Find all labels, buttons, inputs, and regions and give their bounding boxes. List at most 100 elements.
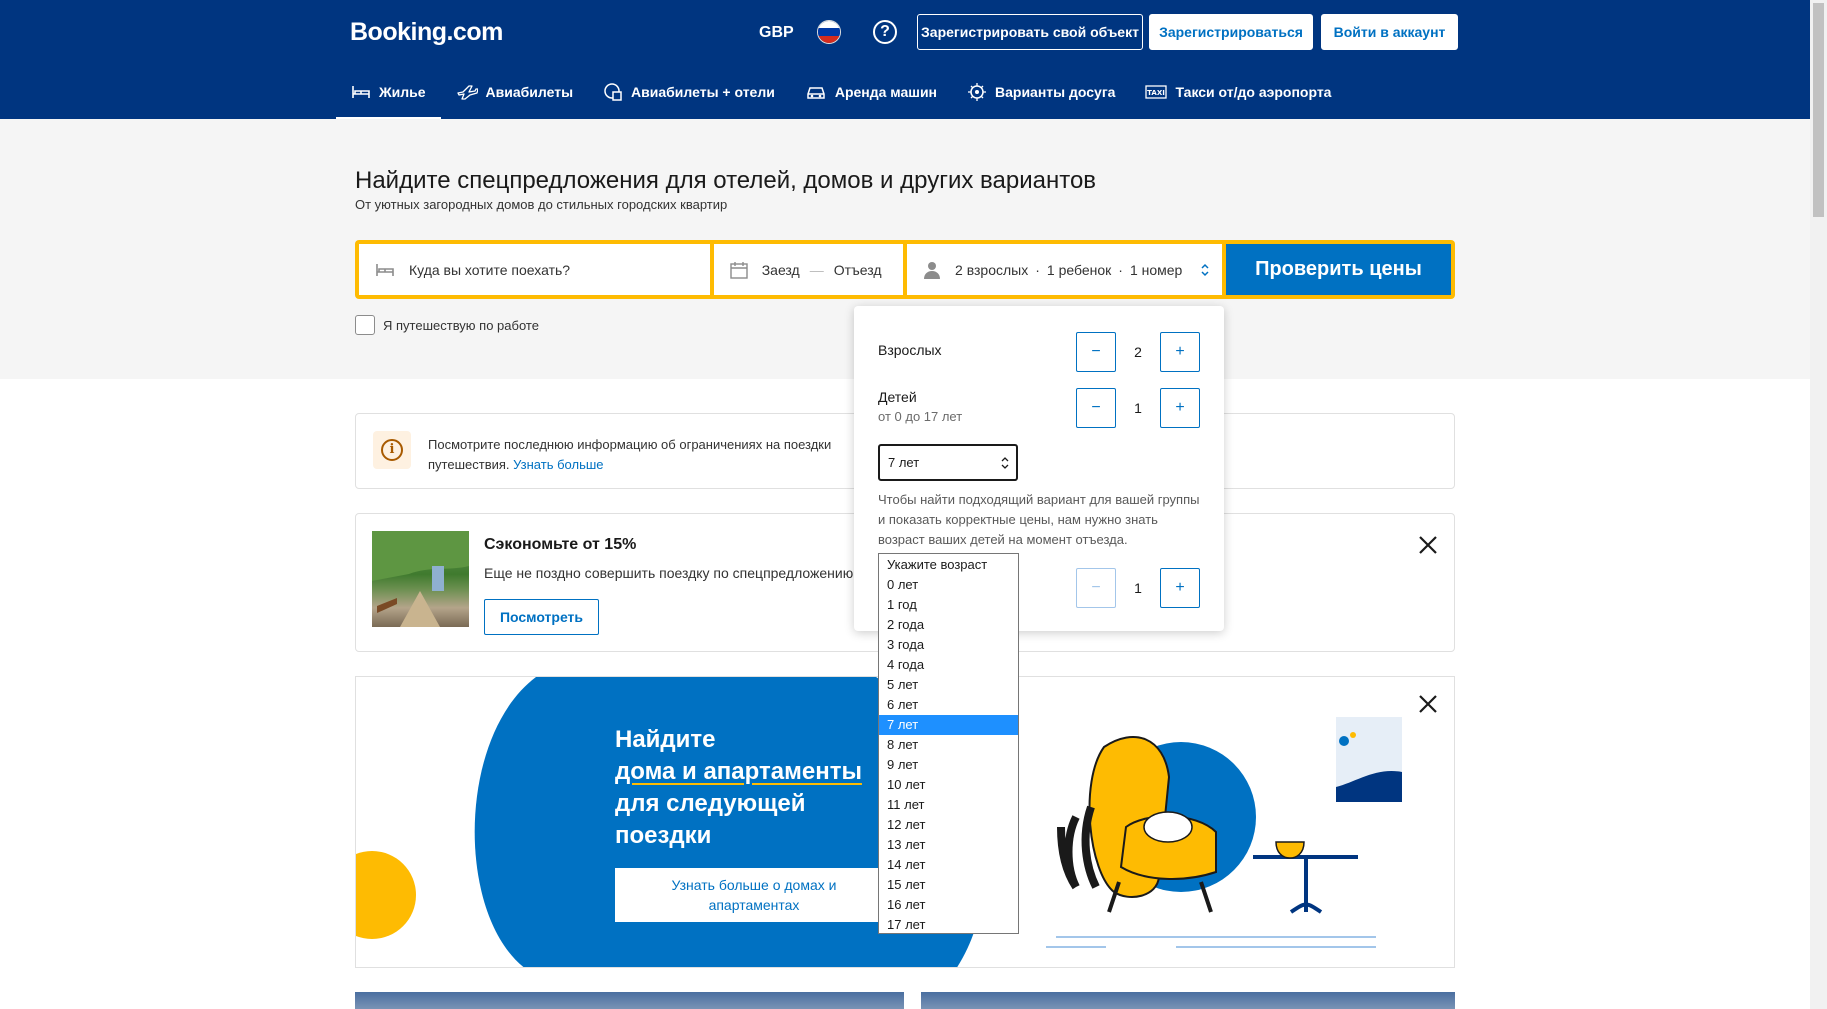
adults-increase-button[interactable]: +: [1160, 332, 1200, 372]
banner-heading: Найдите дома и апартаменты для следующей…: [615, 724, 862, 852]
page-scrollbar[interactable]: [1810, 0, 1827, 1009]
tab-label: Такси от/до аэропорта: [1175, 84, 1332, 100]
adults-label: Взрослых: [878, 342, 942, 358]
separator: ·: [1035, 261, 1040, 278]
age-option[interactable]: 11 лет: [879, 795, 1018, 815]
age-option[interactable]: Укажите возраст: [879, 555, 1018, 575]
attractions-icon: [968, 83, 986, 101]
list-property-button[interactable]: Зарегистрировать свой объект: [917, 14, 1143, 50]
age-option[interactable]: 12 лет: [879, 815, 1018, 835]
bed-icon: [376, 263, 394, 276]
age-option[interactable]: 8 лет: [879, 735, 1018, 755]
age-option[interactable]: 10 лет: [879, 775, 1018, 795]
child-age-dropdown-list: Укажите возраст 0 лет 1 год 2 года 3 года 4 г…: [878, 553, 1019, 934]
destination-placeholder: Куда вы хотите поехать?: [409, 261, 571, 278]
tab-label: Авиабилеты + отели: [631, 84, 775, 100]
rooms-value: 1: [1134, 580, 1142, 596]
tab-attractions[interactable]: Варианты досуга: [952, 76, 1130, 108]
age-option[interactable]: 3 года: [879, 635, 1018, 655]
age-option[interactable]: 4 года: [879, 655, 1018, 675]
signin-button[interactable]: Войти в аккаунт: [1321, 14, 1458, 50]
search-button[interactable]: Проверить цены: [1225, 244, 1451, 295]
close-icon[interactable]: [1417, 534, 1439, 556]
promo-text: Еще не поздно совершить поездку по спецп…: [484, 565, 854, 581]
close-icon[interactable]: [1417, 693, 1439, 715]
currency-selector[interactable]: GBP: [755, 22, 798, 44]
tab-label: Варианты досуга: [995, 84, 1116, 100]
children-value: 1: [1134, 400, 1142, 416]
car-icon: [807, 87, 825, 99]
adults-decrease-button[interactable]: −: [1076, 332, 1116, 372]
checkbox[interactable]: [355, 315, 375, 335]
age-option[interactable]: 1 год: [879, 595, 1018, 615]
date-separator: —: [809, 261, 824, 278]
chevron-updown-icon: [1201, 263, 1209, 277]
age-option[interactable]: 9 лет: [879, 755, 1018, 775]
date-picker[interactable]: Заезд — Отъезд: [713, 244, 904, 295]
banner-line: для следующей: [615, 790, 806, 817]
notice-line-2: путешествия.: [428, 457, 510, 472]
tab-label: Жилье: [379, 84, 426, 100]
tab-flights[interactable]: Авиабилеты: [441, 76, 589, 108]
destination-input[interactable]: Куда вы хотите поехать?: [359, 244, 710, 295]
checkin-label: Заезд: [761, 261, 800, 278]
page-title: Найдите спецпредложения для отелей, домо…: [355, 167, 1097, 194]
learn-more-homes-button[interactable]: Узнать больше о домах и апартаментах: [615, 868, 893, 922]
tab-car-rental[interactable]: Аренда машин: [790, 76, 952, 108]
chevron-updown-icon: [1001, 457, 1009, 469]
taxi-icon: TAXI: [1145, 85, 1168, 99]
bed-icon: [352, 86, 370, 98]
age-option[interactable]: 7 лет: [879, 715, 1018, 735]
rooms-increase-button[interactable]: +: [1160, 568, 1200, 608]
flight-hotel-icon: [604, 83, 622, 101]
page-subtitle: От уютных загородных домов до стильных г…: [355, 197, 728, 212]
children-label-block: Детей от 0 до 17 лет: [878, 389, 962, 424]
park-photo: [372, 531, 469, 627]
business-travel-checkbox[interactable]: Я путешествую по работе: [355, 315, 539, 335]
rooms-count: 1 номер: [1129, 261, 1183, 278]
age-option[interactable]: 14 лет: [879, 855, 1018, 875]
promo-title: Сэкономьте от 15%: [484, 536, 637, 553]
tab-stays[interactable]: Жилье: [336, 76, 441, 119]
destination-card-image[interactable]: [921, 992, 1455, 1009]
age-option[interactable]: 17 лет: [879, 915, 1018, 935]
destination-card-image[interactable]: [355, 992, 904, 1009]
adults-value: 2: [1134, 344, 1142, 360]
top-header: Booking.com GBP ? Зарегистрировать свой …: [0, 0, 1810, 119]
help-icon[interactable]: ?: [873, 20, 897, 44]
register-button[interactable]: Зарегистрироваться: [1149, 14, 1313, 50]
tab-flight-hotel[interactable]: Авиабилеты + отели: [588, 76, 790, 108]
children-decrease-button[interactable]: −: [1076, 388, 1116, 428]
age-option[interactable]: 5 лет: [879, 675, 1018, 695]
age-option[interactable]: 13 лет: [879, 835, 1018, 855]
banner-line: Найдите: [615, 726, 716, 753]
rooms-decrease-button[interactable]: −: [1076, 568, 1116, 608]
product-nav: Жилье Авиабилеты Авиабилеты + отели Арен…: [336, 76, 1346, 119]
adults-count: 2 взрослых: [955, 261, 1029, 278]
language-flag-icon[interactable]: [817, 20, 841, 44]
booking-logo[interactable]: Booking.com: [350, 18, 503, 47]
age-option[interactable]: 6 лет: [879, 695, 1018, 715]
children-label: Детей: [878, 389, 917, 405]
scrollbar-thumb[interactable]: [1813, 3, 1824, 217]
children-age-hint: от 0 до 17 лет: [878, 409, 963, 424]
age-option[interactable]: 2 года: [879, 615, 1018, 635]
search-bar: Куда вы хотите поехать? Заезд — Отъезд 2…: [355, 240, 1455, 299]
age-option[interactable]: 16 лет: [879, 895, 1018, 915]
calendar-icon: [730, 261, 748, 279]
age-option[interactable]: 0 лет: [879, 575, 1018, 595]
plane-icon: [456, 85, 478, 100]
tab-airport-taxi[interactable]: TAXI Такси от/до аэропорта: [1130, 76, 1346, 108]
children-increase-button[interactable]: +: [1160, 388, 1200, 428]
learn-more-link[interactable]: Узнать больше: [513, 457, 603, 472]
occupancy-selector[interactable]: 2 взрослых · 1 ребенок · 1 номер: [907, 244, 1222, 295]
view-deals-button[interactable]: Посмотреть: [484, 599, 599, 635]
banner-line: поездки: [615, 822, 712, 849]
children-count: 1 ребенок: [1046, 261, 1112, 278]
homes-apartments-link[interactable]: дома и апартаменты: [615, 756, 862, 788]
info-icon: i: [373, 431, 411, 469]
tab-label: Авиабилеты: [485, 84, 574, 100]
age-option[interactable]: 15 лет: [879, 875, 1018, 895]
child-age-select[interactable]: 7 лет: [878, 444, 1018, 481]
notice-text: Посмотрите последнюю информацию об огран…: [428, 435, 858, 475]
